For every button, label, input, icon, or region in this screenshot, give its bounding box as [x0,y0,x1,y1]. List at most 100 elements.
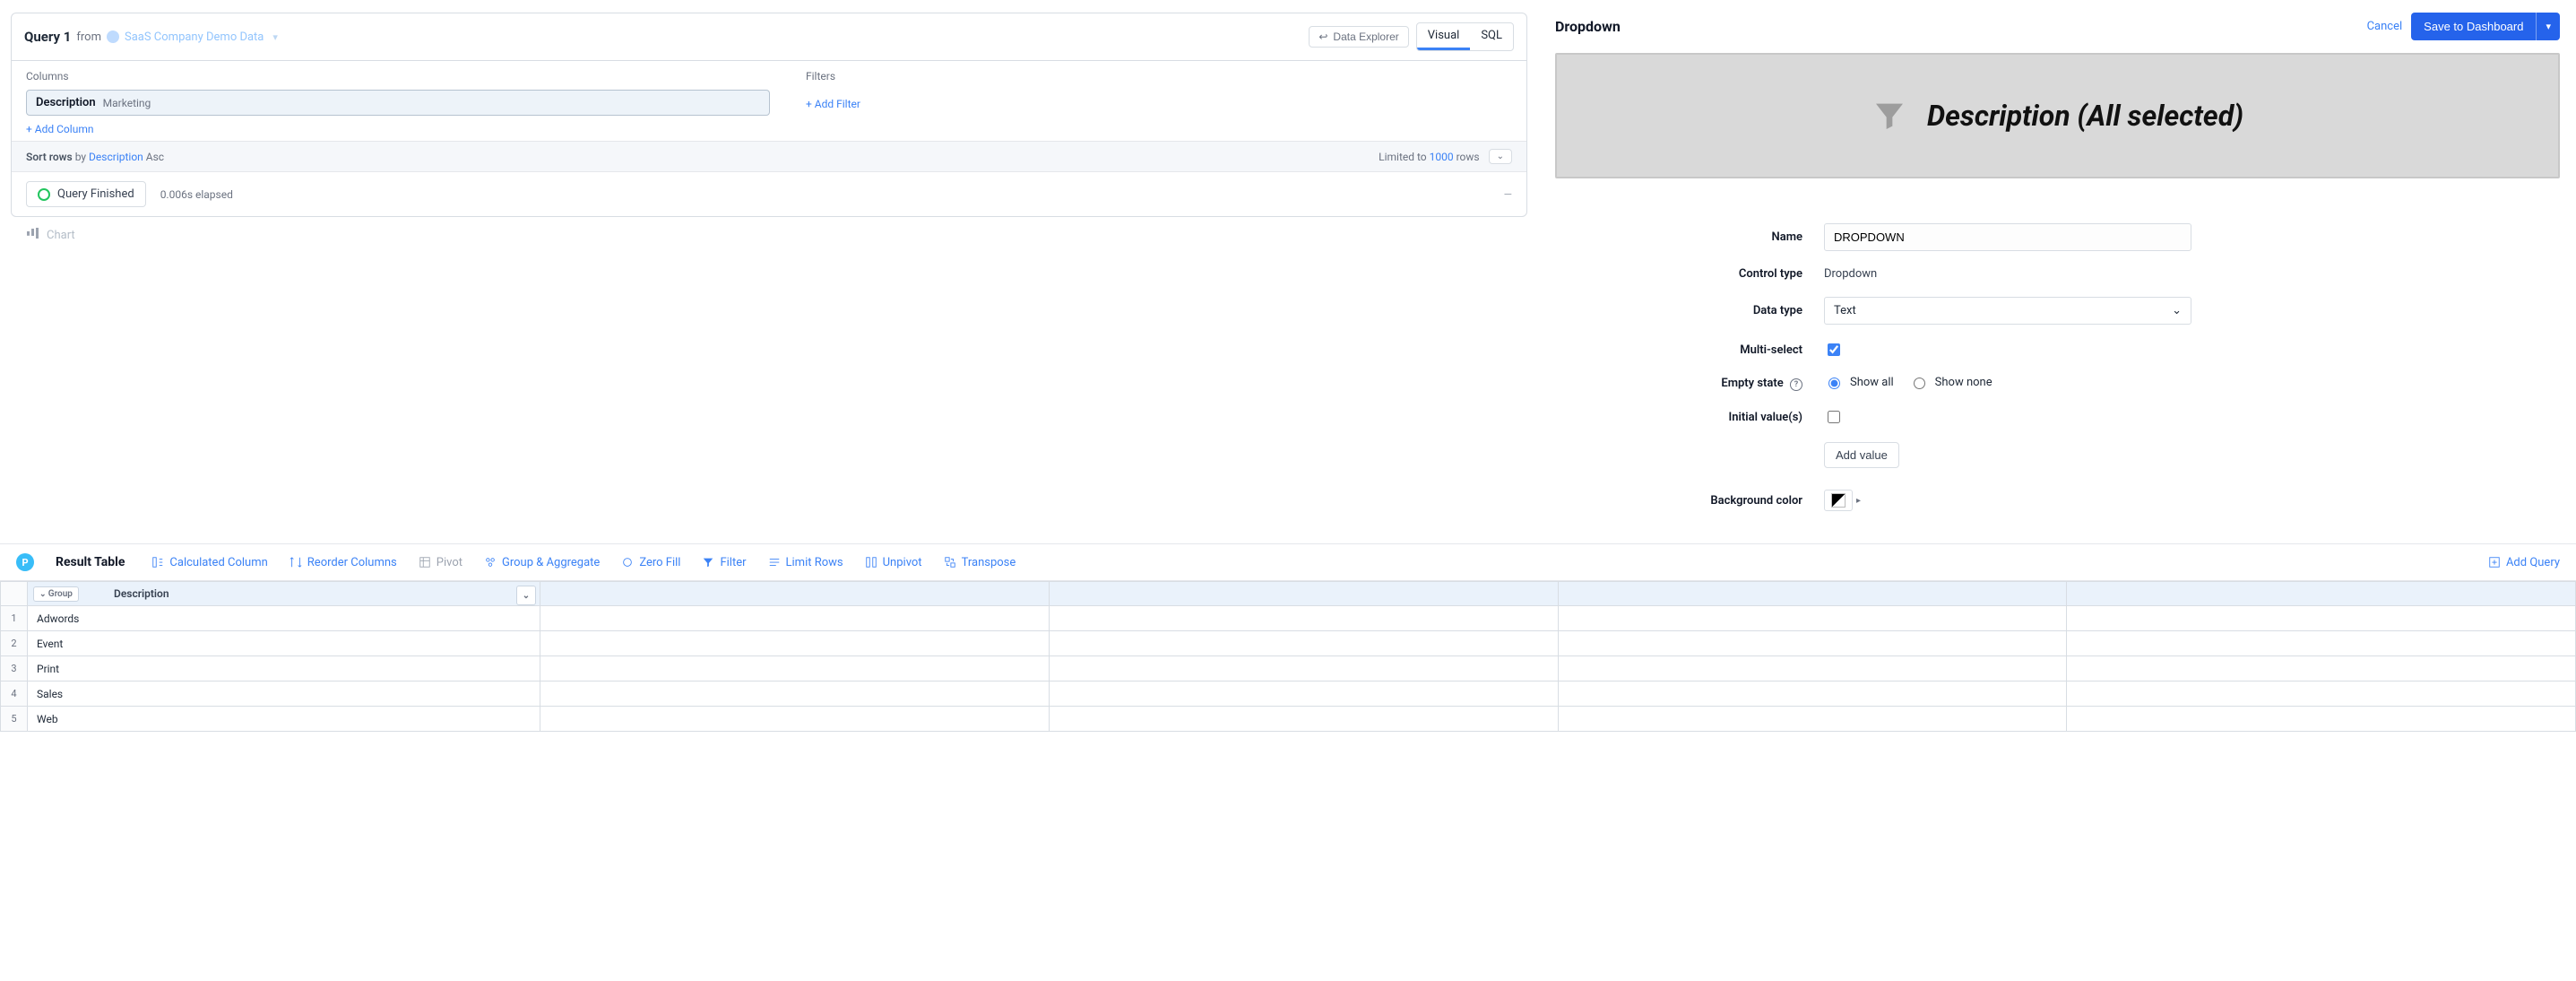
bg-color-swatch[interactable] [1824,490,1853,511]
tab-chart[interactable]: Chart [11,217,91,253]
cell-empty [1558,656,2067,681]
cell-empty [540,656,1050,681]
action-reorder-columns[interactable]: Reorder Columns [290,556,397,569]
empty-state-label: Empty state ? [1555,377,1824,391]
empty-state-show-none[interactable]: Show none [1909,375,1993,389]
action-transpose[interactable]: Transpose [944,556,1016,569]
add-column-link[interactable]: + Add Column [26,116,93,135]
tab-visual[interactable]: Visual [1417,23,1471,50]
bar-chart-icon [27,228,39,242]
cell-empty [1049,606,1558,631]
show-all-radio[interactable] [1828,378,1840,389]
view-mode-segment: Visual SQL [1416,22,1514,51]
panel-title: Dropdown [1555,18,1621,35]
cell-empty [540,606,1050,631]
caret-right-icon: ▸ [1856,496,1861,506]
cell-empty [1049,707,1558,732]
save-dropdown-caret[interactable]: ▾ [2536,13,2560,40]
row-number: 3 [1,656,28,681]
column-pill-name: Description [36,96,96,109]
cell-empty [1049,631,1558,656]
table-row[interactable]: 3Print [1,656,2576,681]
cell-empty [1049,681,1558,707]
column-pill-value: Marketing [103,97,151,109]
results-toolbar: P Result Table Calculated Column Reorder… [0,543,2576,581]
undo-arrow-icon: ↩ [1318,30,1327,43]
query-status-chip[interactable]: Query Finished [26,181,146,207]
cell-description[interactable]: Sales [28,681,540,707]
control-config-panel: Dropdown Cancel Save to Dashboard ▾ Desc… [1538,0,2576,543]
cell-empty [2067,606,2576,631]
cell-description[interactable]: Event [28,631,540,656]
save-to-dashboard-button[interactable]: Save to Dashboard [2411,13,2536,40]
pivot-icon [419,556,431,569]
cancel-link[interactable]: Cancel [2367,20,2403,33]
chart-tab-label: Chart [47,229,75,242]
multiselect-label: Multi-select [1555,343,1824,357]
multiselect-checkbox[interactable] [1828,343,1840,356]
sort-expand-button[interactable]: ⌄ [1489,149,1512,164]
preview-text: Description (All selected) [1927,99,2243,133]
limit-rows-icon [768,556,781,569]
action-unpivot[interactable]: Unpivot [865,556,922,569]
data-type-select[interactable]: Text ⌄ [1824,297,2191,325]
filters-block: Filters + Add Filter [806,70,860,135]
query-from-label: from [76,30,101,44]
add-filter-link[interactable]: + Add Filter [806,98,860,110]
sort-field[interactable]: Description [89,151,143,163]
group-tag[interactable]: ⌄ Group [33,586,79,602]
columns-block: Columns Description Marketing + Add Colu… [26,70,770,135]
cell-empty [2067,631,2576,656]
cell-description[interactable]: Adwords [28,606,540,631]
add-value-button[interactable]: Add value [1824,442,1899,468]
table-row[interactable]: 1Adwords [1,606,2576,631]
action-add-query[interactable]: Add Query [2488,556,2560,569]
collapse-button[interactable]: — [1504,188,1512,201]
tab-sql[interactable]: SQL [1470,23,1513,50]
query-elapsed: 0.006s elapsed [160,188,233,201]
cell-description[interactable]: Print [28,656,540,681]
action-zero-fill[interactable]: Zero Fill [621,556,680,569]
data-explorer-button[interactable]: ↩ Data Explorer [1309,26,1408,48]
reorder-icon [290,556,302,569]
cell-description[interactable]: Web [28,707,540,732]
cell-empty [2067,707,2576,732]
action-group-aggregate[interactable]: Group & Aggregate [484,556,600,569]
table-row[interactable]: 2Event [1,631,2576,656]
action-limit-rows[interactable]: Limit Rows [768,556,843,569]
limit-prefix: Limited to [1379,151,1427,163]
datasource-chip[interactable]: SaaS Company Demo Data ▾ [107,29,278,46]
action-filter[interactable]: Filter [702,556,746,569]
query-title: Query 1 [24,29,71,45]
result-table-title: Result Table [56,555,125,569]
zero-fill-icon [621,556,634,569]
column-header-empty-2 [1049,582,1558,606]
initial-values-checkbox[interactable] [1828,411,1840,423]
help-icon[interactable]: ? [1790,378,1802,391]
cell-empty [1558,631,2067,656]
empty-state-show-all[interactable]: Show all [1824,375,1894,389]
control-type-label: Control type [1555,267,1824,281]
table-row[interactable]: 5Web [1,707,2576,732]
bg-color-label: Background color [1555,494,1824,508]
result-table: ⌄ Group Description ⌄ 1Adwords2Event3Pri… [0,581,2576,732]
cell-empty [540,707,1050,732]
filters-label: Filters [806,70,860,82]
unpivot-icon [865,556,877,569]
cell-empty [540,631,1050,656]
show-none-radio[interactable] [1914,378,1925,389]
column-header-description[interactable]: ⌄ Group Description ⌄ [28,582,540,606]
name-input[interactable] [1824,223,2191,251]
column-header-empty-1 [540,582,1050,606]
action-calculated-column[interactable]: Calculated Column [151,556,267,569]
column-pill-description[interactable]: Description Marketing [26,90,770,116]
cell-empty [540,681,1050,707]
calc-column-icon [151,556,164,569]
cell-empty [1558,707,2067,732]
chevron-down-icon: ⌄ [2172,304,2182,317]
column-header-label: Description [114,587,169,600]
table-row[interactable]: 4Sales [1,681,2576,707]
limit-value[interactable]: 1000 [1430,151,1454,163]
column-menu-button[interactable]: ⌄ [516,586,536,605]
control-config-form: Name Control type Dropdown Data type [1555,223,2560,511]
